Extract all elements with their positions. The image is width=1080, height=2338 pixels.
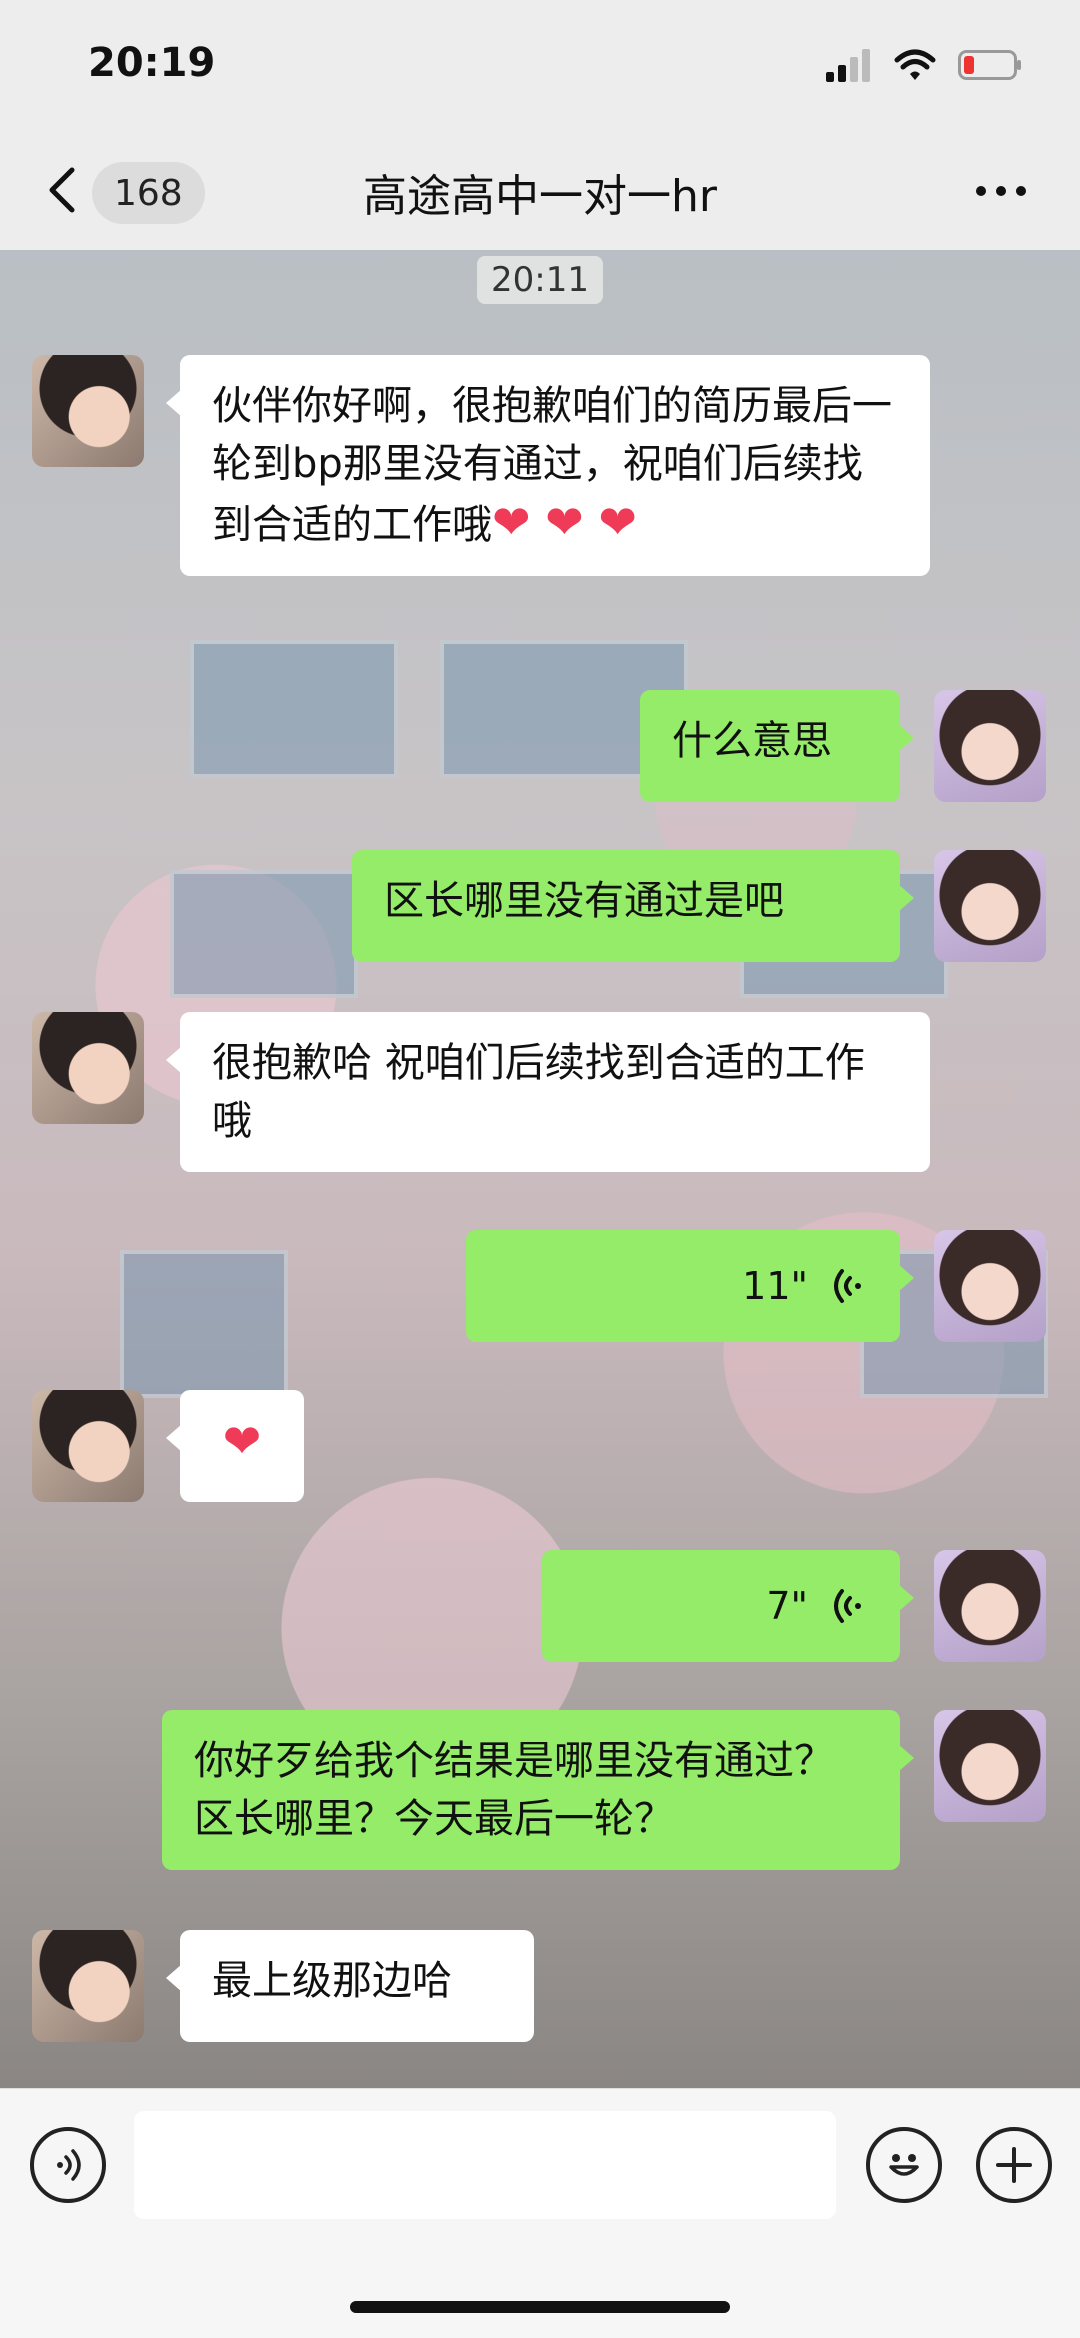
contact-avatar[interactable] [32,355,144,467]
contact-avatar[interactable] [32,1930,144,2042]
background-window [190,640,398,778]
voice-wave-icon [834,1589,861,1623]
message-text: 很抱歉哈 祝咱们后续找到合适的工作哦 [212,1040,865,1144]
contact-avatar[interactable] [32,1012,144,1124]
voice-wave-icon [57,2149,81,2181]
input-bar [0,2088,1080,2338]
plus-button[interactable] [976,2127,1052,2203]
battery-icon [958,50,1021,80]
voice-wave-icon [834,1269,861,1303]
background-window [120,1250,288,1398]
my-avatar[interactable] [934,1230,1046,1342]
voice-duration: 7" [766,1584,808,1628]
message-text: 区长哪里没有通过是吧 [384,878,784,924]
message-bubble-incoming[interactable]: 伙伴你好啊，很抱歉咱们的简历最后一轮到bp那里没有通过，祝咱们后续找到合适的工作… [166,355,930,576]
status-time: 20:19 [88,40,216,86]
background-window [170,870,358,998]
message-bubble-incoming[interactable]: 最上级那边哈 [166,1930,534,2042]
my-avatar[interactable] [934,690,1046,802]
signal-icon [826,49,870,82]
plus-icon [996,2147,1032,2183]
heart-emoji: ❤ ❤ ❤ [492,495,637,549]
top-bar: 20:19 168 高途高中一对一hr [0,0,1080,250]
message-bubble-incoming[interactable]: 很抱歉哈 祝咱们后续找到合适的工作哦 [166,1012,930,1172]
home-indicator[interactable] [350,2301,730,2313]
timestamp-text: 20:11 [477,256,603,304]
message-text: 什么意思 [672,718,832,764]
message-bubble-outgoing[interactable]: 你好歹给我个结果是哪里没有通过？区长哪里？今天最后一轮？ [162,1710,914,1870]
message-input[interactable] [134,2111,836,2219]
message-text: 你好歹给我个结果是哪里没有通过？区长哪里？今天最后一轮？ [194,1738,834,1842]
voice-message-outgoing[interactable]: 7" [542,1550,914,1662]
message-timestamp: 20:11 [0,250,1080,304]
my-avatar[interactable] [934,850,1046,962]
contact-avatar[interactable] [32,1390,144,1502]
my-avatar[interactable] [934,1710,1046,1822]
wifi-icon [894,49,936,80]
smiley-icon [889,2154,919,2176]
heart-emoji: ❤ [222,1414,262,1468]
more-dots-icon[interactable] [974,176,1028,206]
message-text: 最上级那边哈 [212,1958,452,2004]
voice-duration: 11" [742,1264,808,1308]
message-bubble-incoming[interactable]: ❤ [166,1390,304,1502]
voice-message-outgoing[interactable]: 11" [466,1230,914,1342]
voice-input-button[interactable] [30,2127,106,2203]
message-bubble-outgoing[interactable]: 什么意思 [640,690,914,802]
emoji-button[interactable] [866,2127,942,2203]
chat-title: 高途高中一对一hr [363,171,717,222]
my-avatar[interactable] [934,1550,1046,1662]
message-bubble-outgoing[interactable]: 区长哪里没有通过是吧 [352,850,914,962]
status-icons [824,48,1022,82]
